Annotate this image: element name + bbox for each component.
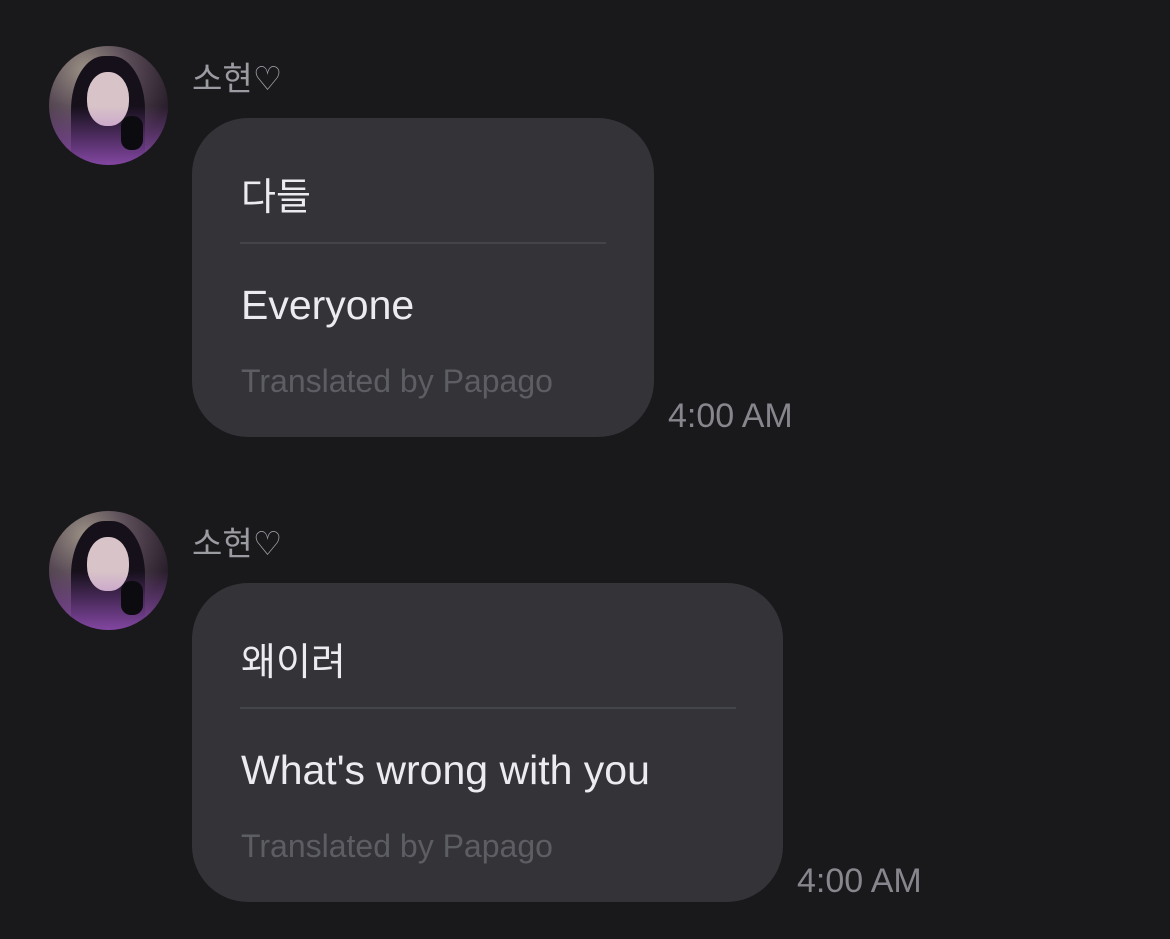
avatar[interactable] — [49, 511, 168, 630]
message-time: 4:00 AM — [797, 862, 922, 900]
translation-divider — [240, 242, 606, 244]
avatar-glow — [49, 571, 168, 630]
sender-name: 소현♡ — [192, 59, 283, 98]
translated-text: Everyone — [241, 282, 415, 328]
avatar-glow — [49, 106, 168, 165]
avatar-mic — [121, 116, 143, 150]
original-text: 다들 — [241, 175, 311, 219]
original-text: 왜이려 — [241, 640, 346, 684]
translation-credit: Translated by Papago — [241, 828, 553, 864]
message-time: 4:00 AM — [668, 397, 793, 435]
sender-name: 소현♡ — [192, 524, 283, 563]
translated-text: What's wrong with you — [241, 747, 650, 793]
message-bubble[interactable]: 왜이려 What's wrong with you Translated by … — [192, 583, 783, 902]
translation-credit: Translated by Papago — [241, 363, 553, 399]
translation-divider — [240, 707, 736, 709]
avatar[interactable] — [49, 46, 168, 165]
message-bubble[interactable]: 다들 Everyone Translated by Papago — [192, 118, 654, 437]
avatar-mic — [121, 581, 143, 615]
